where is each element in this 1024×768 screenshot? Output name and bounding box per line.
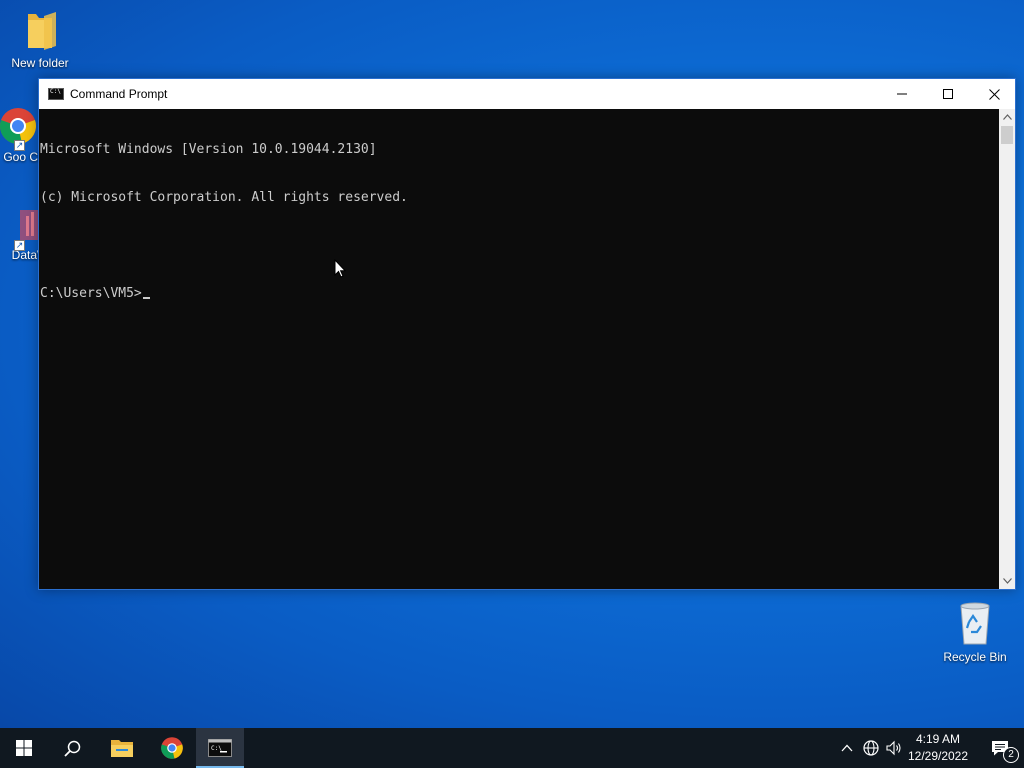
cmd-icon — [48, 88, 64, 100]
clock-date: 12/29/2022 — [907, 749, 969, 763]
scroll-down-button[interactable] — [999, 573, 1015, 589]
console-prompt-line[interactable]: C:\Users\VM5> — [40, 286, 1000, 302]
chevron-up-icon — [1002, 114, 1012, 120]
shortcut-arrow-icon: ↗ — [14, 140, 25, 151]
clock-time: 4:19 AM — [915, 732, 961, 746]
console-output[interactable]: Microsoft Windows [Version 10.0.19044.21… — [39, 109, 1000, 589]
search-icon — [63, 740, 80, 757]
action-center-button[interactable]: 2 — [976, 728, 1024, 768]
vertical-scrollbar[interactable] — [999, 109, 1015, 589]
window-title: Command Prompt — [70, 87, 168, 101]
taskbar-command-prompt[interactable]: C:\ — [196, 728, 244, 768]
window-titlebar[interactable]: Command Prompt — [39, 79, 1015, 109]
folder-icon — [28, 12, 56, 50]
cmd-icon: C:\ — [208, 739, 232, 757]
chrome-icon — [161, 737, 183, 759]
volume-icon — [886, 740, 901, 756]
minimize-icon — [897, 93, 907, 95]
recycle-bin-icon — [960, 602, 990, 645]
chevron-up-icon — [841, 744, 853, 752]
svg-text:C:\: C:\ — [211, 745, 222, 752]
taskbar-clock[interactable]: 4:19 AM 12/29/2022 — [904, 731, 972, 765]
datawrapper-icon — [20, 210, 38, 240]
show-hidden-icons-button[interactable] — [835, 728, 859, 768]
scroll-up-button[interactable] — [999, 109, 1015, 125]
close-button[interactable] — [971, 79, 1017, 109]
volume-button[interactable] — [882, 728, 906, 768]
start-button[interactable] — [0, 728, 48, 768]
desktop-icon-label: New folder — [11, 56, 69, 70]
taskbar-file-explorer[interactable] — [98, 728, 146, 768]
taskbar-chrome[interactable] — [148, 728, 196, 768]
console-line: (c) Microsoft Corporation. All rights re… — [40, 190, 408, 205]
console-prompt: C:\Users\VM5> — [40, 286, 142, 301]
text-cursor — [142, 297, 150, 299]
close-icon — [988, 88, 1000, 100]
maximize-icon — [943, 89, 953, 99]
scrollbar-thumb[interactable] — [1001, 126, 1013, 144]
command-prompt-window[interactable]: Command Prompt Microsoft Windows [Versio… — [38, 78, 1016, 590]
file-explorer-icon — [111, 740, 133, 757]
desktop-icon-new-folder[interactable]: New folder — [2, 8, 78, 70]
taskbar: C:\ 4:19 AM 12/29/2022 2 — [0, 728, 1024, 768]
minimize-button[interactable] — [879, 79, 925, 109]
console-line: Microsoft Windows [Version 10.0.19044.21… — [40, 142, 377, 157]
desktop-icon-label: Recycle Bin — [943, 650, 1007, 664]
desktop: New folder ↗ Goo Chr ↗ DataW Recycle Bin — [0, 0, 1024, 728]
shortcut-arrow-icon: ↗ — [14, 240, 25, 251]
chevron-down-icon — [1002, 578, 1012, 584]
windows-start-icon — [16, 740, 32, 756]
notification-count-badge: 2 — [1003, 747, 1019, 763]
mouse-cursor-icon — [334, 259, 346, 278]
desktop-icon-recycle-bin[interactable]: Recycle Bin — [937, 600, 1013, 664]
network-icon — [863, 740, 879, 756]
maximize-button[interactable] — [925, 79, 971, 109]
network-button[interactable] — [859, 728, 883, 768]
search-button[interactable] — [48, 728, 96, 768]
